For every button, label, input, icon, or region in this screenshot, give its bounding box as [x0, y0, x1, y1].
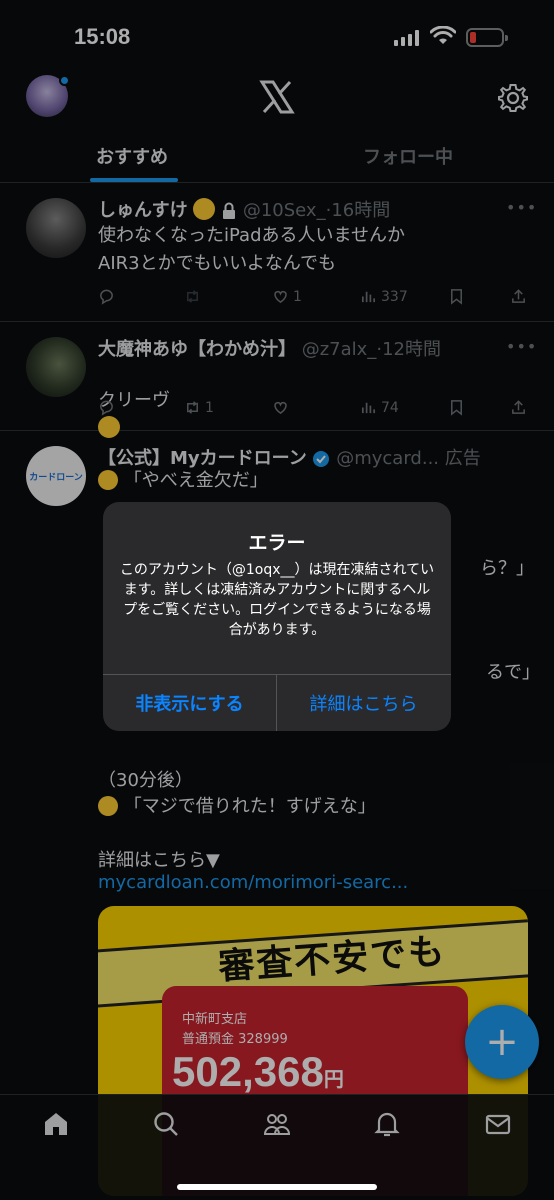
home-indicator [177, 1184, 377, 1190]
details-button[interactable]: 詳細はこちら [277, 674, 450, 731]
alert-message: このアカウント（@1oqx__）は現在凍結されています。詳しくは凍結済みアカウン… [119, 562, 435, 638]
dismiss-button[interactable]: 非表示にする [103, 674, 276, 731]
error-alert-dialog: エラー このアカウント（@1oqx__）は現在凍結されています。詳しくは凍結済み… [103, 502, 451, 731]
alert-title: エラー [248, 532, 306, 554]
